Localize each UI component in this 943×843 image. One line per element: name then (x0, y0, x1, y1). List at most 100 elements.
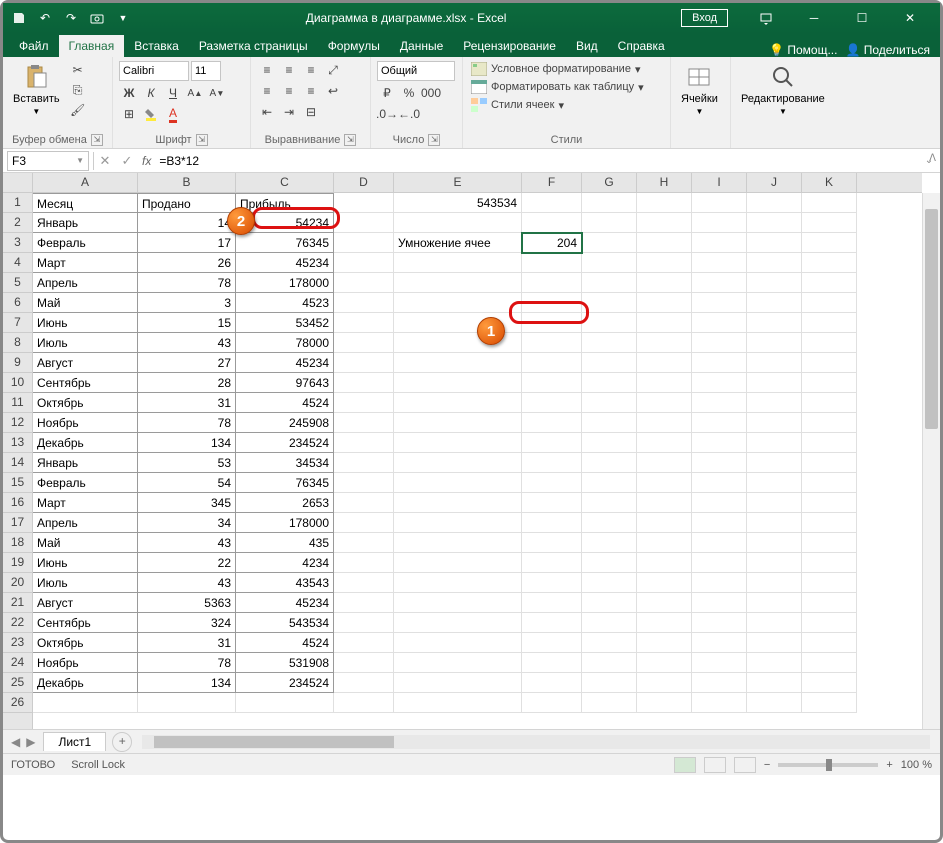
cell-C15[interactable]: 76345 (236, 473, 334, 493)
cell-I6[interactable] (692, 293, 747, 313)
cell-D11[interactable] (334, 393, 394, 413)
cell-F15[interactable] (522, 473, 582, 493)
close-button[interactable]: ✕ (888, 4, 932, 32)
cell-K24[interactable] (802, 653, 857, 673)
cell-H14[interactable] (637, 453, 692, 473)
cell-A14[interactable]: Январь (33, 453, 138, 473)
cell-J6[interactable] (747, 293, 802, 313)
undo-icon[interactable]: ↶ (37, 10, 53, 26)
cell-J14[interactable] (747, 453, 802, 473)
cell-F12[interactable] (522, 413, 582, 433)
cell-F19[interactable] (522, 553, 582, 573)
cell-F23[interactable] (522, 633, 582, 653)
cell-K18[interactable] (802, 533, 857, 553)
cell-F11[interactable] (522, 393, 582, 413)
cell-F14[interactable] (522, 453, 582, 473)
col-header-H[interactable]: H (637, 173, 692, 192)
cell-H2[interactable] (637, 213, 692, 233)
cell-J21[interactable] (747, 593, 802, 613)
cell-B12[interactable]: 78 (138, 413, 236, 433)
tell-me[interactable]: 💡 Помощ... (769, 43, 837, 57)
cell-B15[interactable]: 54 (138, 473, 236, 493)
format-painter-button[interactable]: 🖌 (68, 101, 88, 119)
cell-J1[interactable] (747, 193, 802, 213)
ribbon-options-icon[interactable] (744, 4, 788, 32)
cell-K15[interactable] (802, 473, 857, 493)
cell-F3[interactable]: 204 (522, 233, 582, 253)
cell-B14[interactable]: 53 (138, 453, 236, 473)
cell-K19[interactable] (802, 553, 857, 573)
cell-B26[interactable] (138, 693, 236, 713)
cell-A21[interactable]: Август (33, 593, 138, 613)
row-header-24[interactable]: 24 (3, 653, 32, 673)
cell-D18[interactable] (334, 533, 394, 553)
qat-dropdown-icon[interactable]: ▼ (115, 10, 131, 26)
cell-I15[interactable] (692, 473, 747, 493)
cell-B22[interactable]: 324 (138, 613, 236, 633)
row-header-18[interactable]: 18 (3, 533, 32, 553)
wrap-text-button[interactable]: ↩ (323, 82, 343, 100)
cell-E24[interactable] (394, 653, 522, 673)
cell-I4[interactable] (692, 253, 747, 273)
cell-I23[interactable] (692, 633, 747, 653)
cell-I10[interactable] (692, 373, 747, 393)
cell-J10[interactable] (747, 373, 802, 393)
cell-K5[interactable] (802, 273, 857, 293)
cell-E14[interactable] (394, 453, 522, 473)
cell-J4[interactable] (747, 253, 802, 273)
sheet-nav-next[interactable]: ▶ (24, 735, 37, 749)
cell-C19[interactable]: 4234 (236, 553, 334, 573)
cell-J23[interactable] (747, 633, 802, 653)
cell-A13[interactable]: Декабрь (33, 433, 138, 453)
cell-E13[interactable] (394, 433, 522, 453)
cell-A24[interactable]: Ноябрь (33, 653, 138, 673)
cell-F16[interactable] (522, 493, 582, 513)
cell-F21[interactable] (522, 593, 582, 613)
font-color-button[interactable]: А (163, 105, 183, 123)
align-center-button[interactable]: ≡ (279, 82, 299, 100)
cell-A9[interactable]: Август (33, 353, 138, 373)
cell-E26[interactable] (394, 693, 522, 713)
tab-review[interactable]: Рецензирование (453, 35, 566, 57)
row-header-10[interactable]: 10 (3, 373, 32, 393)
cell-H16[interactable] (637, 493, 692, 513)
cell-C24[interactable]: 531908 (236, 653, 334, 673)
cell-D4[interactable] (334, 253, 394, 273)
cell-A25[interactable]: Декабрь (33, 673, 138, 693)
cell-I25[interactable] (692, 673, 747, 693)
cell-H11[interactable] (637, 393, 692, 413)
cell-I21[interactable] (692, 593, 747, 613)
cell-A8[interactable]: Июль (33, 333, 138, 353)
cell-J2[interactable] (747, 213, 802, 233)
font-launcher[interactable]: ⇲ (196, 134, 208, 146)
cell-F6[interactable] (522, 293, 582, 313)
cell-I8[interactable] (692, 333, 747, 353)
cell-G5[interactable] (582, 273, 637, 293)
cell-A10[interactable]: Сентябрь (33, 373, 138, 393)
cell-E19[interactable] (394, 553, 522, 573)
cell-I24[interactable] (692, 653, 747, 673)
maximize-button[interactable]: ☐ (840, 4, 884, 32)
cell-J19[interactable] (747, 553, 802, 573)
cell-B4[interactable]: 26 (138, 253, 236, 273)
row-header-25[interactable]: 25 (3, 673, 32, 693)
cell-E17[interactable] (394, 513, 522, 533)
cell-E16[interactable] (394, 493, 522, 513)
cell-J26[interactable] (747, 693, 802, 713)
cell-C7[interactable]: 53452 (236, 313, 334, 333)
cell-J7[interactable] (747, 313, 802, 333)
zoom-level[interactable]: 100 % (901, 759, 932, 771)
cell-E10[interactable] (394, 373, 522, 393)
cell-K16[interactable] (802, 493, 857, 513)
cell-B20[interactable]: 43 (138, 573, 236, 593)
cell-H12[interactable] (637, 413, 692, 433)
row-header-11[interactable]: 11 (3, 393, 32, 413)
row-header-20[interactable]: 20 (3, 573, 32, 593)
cell-D1[interactable] (334, 193, 394, 213)
cell-D7[interactable] (334, 313, 394, 333)
cell-F9[interactable] (522, 353, 582, 373)
cell-C11[interactable]: 4524 (236, 393, 334, 413)
cell-G17[interactable] (582, 513, 637, 533)
row-header-4[interactable]: 4 (3, 253, 32, 273)
row-header-16[interactable]: 16 (3, 493, 32, 513)
